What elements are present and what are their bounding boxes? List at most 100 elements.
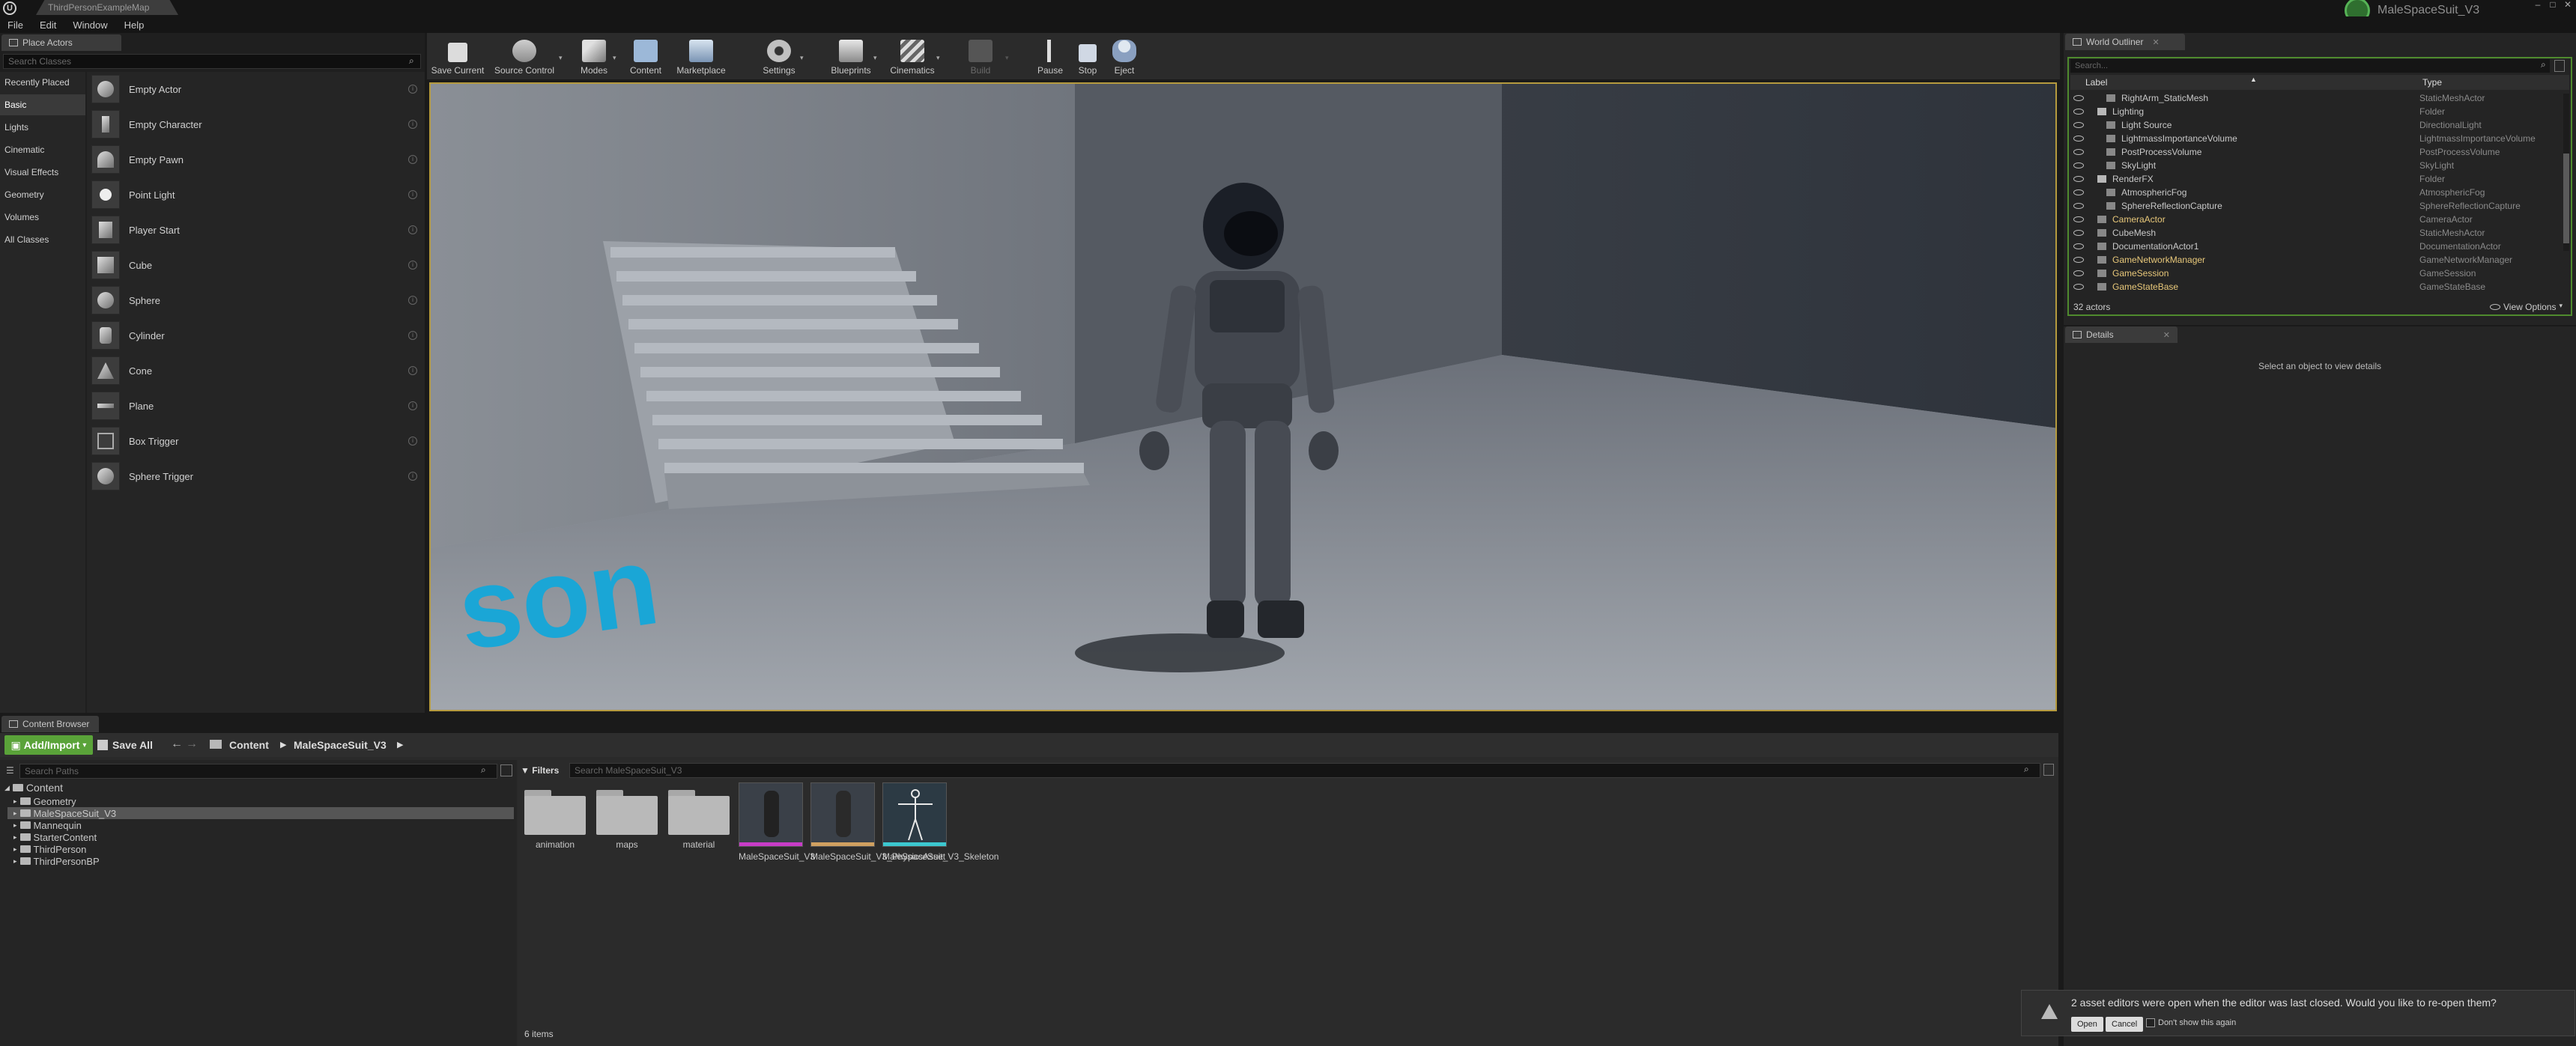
actor-item[interactable]: Player Start i xyxy=(87,213,425,247)
content-button[interactable]: Content xyxy=(625,34,667,78)
category-volumes[interactable]: Volumes xyxy=(0,207,85,228)
actor-item[interactable]: Cylinder i xyxy=(87,318,425,353)
tab-details[interactable]: Details ✕ xyxy=(2065,326,2178,343)
save-search-icon[interactable] xyxy=(2043,764,2054,776)
column-type[interactable]: Type xyxy=(2422,77,2442,88)
outliner-row[interactable]: PostProcessVolume PostProcessVolume xyxy=(2070,145,2565,159)
dont-show-checkbox[interactable]: Don't show this again xyxy=(2146,1018,2236,1027)
category-basic[interactable]: Basic xyxy=(0,94,85,115)
tab-world-outliner[interactable]: World Outliner ✕ xyxy=(2065,34,2185,50)
info-icon[interactable]: i xyxy=(408,366,417,375)
chevron-down-icon[interactable]: ▾ xyxy=(873,54,877,62)
category-all-classes[interactable]: All Classes xyxy=(0,229,85,250)
info-icon[interactable]: i xyxy=(408,331,417,340)
category-geometry[interactable]: Geometry xyxy=(0,184,85,205)
tree-item-mannequin[interactable]: ▸ Mannequin xyxy=(13,819,82,831)
info-icon[interactable]: i xyxy=(408,401,417,410)
asset-skeletal-mesh[interactable]: MaleSpaceSuit_V3 xyxy=(739,782,815,862)
marketplace-button[interactable]: Marketplace xyxy=(671,34,731,78)
visibility-eye-icon[interactable] xyxy=(2073,284,2084,290)
pause-button[interactable]: Pause xyxy=(1032,34,1068,78)
build-button[interactable]: Build xyxy=(962,34,999,78)
info-icon[interactable]: i xyxy=(408,225,417,234)
menu-help[interactable]: Help xyxy=(124,19,145,31)
category-recently-placed[interactable]: Recently Placed xyxy=(0,72,85,93)
close-icon[interactable]: ✕ xyxy=(2163,330,2170,340)
chevron-down-icon[interactable]: ▾ xyxy=(936,54,940,62)
column-label[interactable]: Label xyxy=(2085,77,2107,88)
actor-item[interactable]: Sphere Trigger i xyxy=(87,459,425,493)
outliner-row[interactable]: AtmosphericFog AtmosphericFog xyxy=(2070,186,2565,199)
outliner-row[interactable]: LightmassImportanceVolume LightmassImport… xyxy=(2070,132,2565,145)
breadcrumb-malespacesuit[interactable]: MaleSpaceSuit_V3 xyxy=(294,735,387,755)
save-all-button[interactable]: Save All xyxy=(97,735,159,755)
actor-item[interactable]: Cube i xyxy=(87,248,425,282)
visibility-eye-icon[interactable] xyxy=(2073,257,2084,263)
actor-item[interactable]: Box Trigger i xyxy=(87,424,425,458)
breadcrumb-separator-icon[interactable]: ▶ xyxy=(280,735,286,755)
info-icon[interactable]: i xyxy=(408,155,417,164)
save-current-button[interactable]: Save Current xyxy=(430,34,485,78)
chevron-down-icon[interactable]: ▾ xyxy=(800,54,804,62)
outliner-row[interactable]: GameSession GameSession xyxy=(2070,267,2565,280)
outliner-row[interactable]: GameNetworkManager GameNetworkManager xyxy=(2070,253,2565,267)
breadcrumb-content[interactable]: Content xyxy=(229,735,269,755)
source-control-button[interactable]: Source Control xyxy=(491,34,557,78)
visibility-eye-icon[interactable] xyxy=(2073,216,2084,222)
visibility-eye-icon[interactable] xyxy=(2073,149,2084,155)
visibility-eye-icon[interactable] xyxy=(2073,109,2084,115)
forward-arrow-icon[interactable]: → xyxy=(186,738,198,751)
outliner-row[interactable]: SphereReflectionCapture SphereReflectionC… xyxy=(2070,199,2565,213)
chevron-down-icon[interactable]: ▾ xyxy=(1005,54,1009,62)
asset-folder-maps[interactable]: maps xyxy=(595,782,659,850)
cancel-button[interactable]: Cancel xyxy=(2106,1017,2144,1032)
sources-toggle-icon[interactable]: ☰ xyxy=(6,765,14,776)
outliner-row[interactable]: Lighting Folder xyxy=(2070,105,2565,118)
level-viewport[interactable]: son xyxy=(429,82,2057,711)
breadcrumb-separator-icon[interactable]: ▶ xyxy=(397,735,403,755)
back-arrow-icon[interactable]: ← xyxy=(171,738,183,751)
actor-item[interactable]: Empty Actor i xyxy=(87,72,425,106)
unreal-logo-icon[interactable]: U xyxy=(3,1,16,15)
tree-item-malespacesuit[interactable]: ▸ MaleSpaceSuit_V3 xyxy=(7,807,514,819)
outliner-row[interactable]: Light Source DirectionalLight xyxy=(2070,118,2565,132)
outliner-row[interactable]: RenderFX Folder xyxy=(2070,172,2565,186)
info-icon[interactable]: i xyxy=(408,120,417,129)
tree-item-startercontent[interactable]: ▸ StarterContent xyxy=(13,831,97,843)
visibility-eye-icon[interactable] xyxy=(2073,230,2084,236)
actor-item[interactable]: Empty Character i xyxy=(87,107,425,142)
cinematics-button[interactable]: Cinematics xyxy=(885,34,939,78)
info-icon[interactable]: i xyxy=(408,261,417,270)
modes-button[interactable]: Modes xyxy=(574,34,614,78)
actor-item[interactable]: Plane i xyxy=(87,389,425,423)
eject-button[interactable]: Eject xyxy=(1109,34,1140,78)
category-visual-effects[interactable]: Visual Effects xyxy=(0,162,85,183)
maximize-icon[interactable]: □ xyxy=(2545,0,2560,10)
level-document-tab[interactable]: ThirdPersonExampleMap xyxy=(36,0,178,15)
category-lights[interactable]: Lights xyxy=(0,117,85,138)
tree-root-content[interactable]: ◢ Content xyxy=(4,782,63,794)
outliner-row[interactable]: CameraActor CameraActor xyxy=(2070,213,2565,226)
visibility-eye-icon[interactable] xyxy=(2073,189,2084,195)
tree-item-thirdpersonbp[interactable]: ▸ ThirdPersonBP xyxy=(13,855,100,867)
menu-window[interactable]: Window xyxy=(73,19,107,31)
info-icon[interactable]: i xyxy=(408,437,417,446)
outliner-row[interactable]: DocumentationActor1 DocumentationActor xyxy=(2070,240,2565,253)
menu-file[interactable]: File xyxy=(7,19,23,31)
tree-item-geometry[interactable]: ▸ Geometry xyxy=(13,795,76,807)
actor-item[interactable]: Point Light i xyxy=(87,177,425,212)
menu-edit[interactable]: Edit xyxy=(40,19,56,31)
visibility-eye-icon[interactable] xyxy=(2073,95,2084,101)
search-classes-input[interactable]: Search Classes xyxy=(3,54,421,69)
actor-item[interactable]: Sphere i xyxy=(87,283,425,317)
actor-item[interactable]: Empty Pawn i xyxy=(87,142,425,177)
minimize-icon[interactable]: – xyxy=(2530,0,2545,10)
filters-button[interactable]: ▼ Filters xyxy=(521,763,566,778)
actor-item[interactable]: Cone i xyxy=(87,353,425,388)
add-import-button[interactable]: ▣ Add/Import ▾ xyxy=(4,735,93,755)
asset-physics[interactable]: MaleSpaceSuit_V3_PhysicsAsset xyxy=(810,782,945,862)
search-paths-input[interactable]: Search Paths xyxy=(19,764,497,779)
tree-item-thirdperson[interactable]: ▸ ThirdPerson xyxy=(13,843,86,855)
outliner-row[interactable]: GameStateBase GameStateBase xyxy=(2070,280,2565,294)
search-assets-input[interactable]: Search MaleSpaceSuit_V3 xyxy=(569,763,2040,778)
